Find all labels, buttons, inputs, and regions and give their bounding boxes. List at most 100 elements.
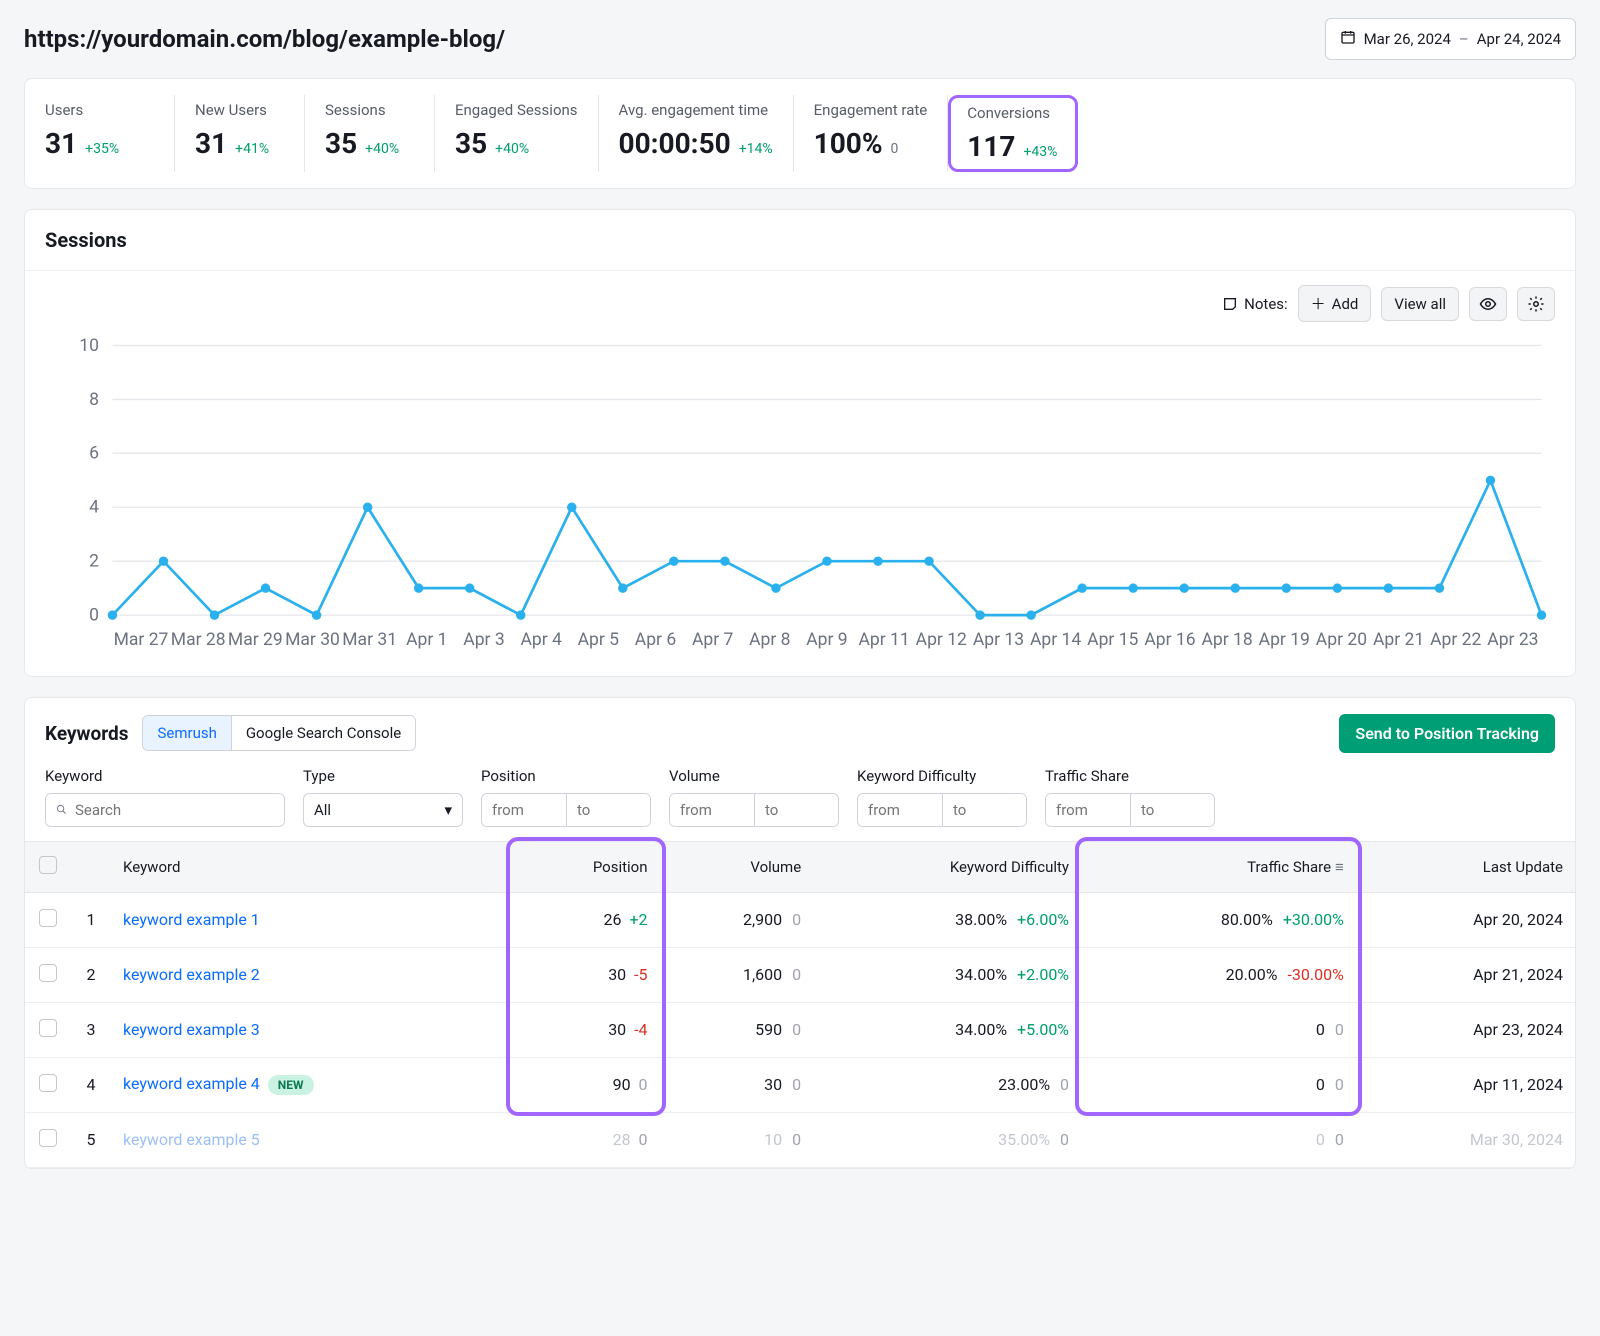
sessions-title: Sessions [25,210,1575,271]
metric-card[interactable]: Engagement rate 100% 0 [794,95,949,172]
notes-add-button[interactable]: ＋ Add [1298,285,1372,322]
eye-icon [1479,295,1497,313]
kd-from-input[interactable] [858,794,942,826]
metric-card[interactable]: Sessions 35 +40% [305,95,435,172]
metric-label: New Users [195,101,284,119]
metric-change: +43% [1023,144,1057,160]
svg-text:Apr 1: Apr 1 [406,630,447,650]
position-from-input[interactable] [482,794,566,826]
cell-updated: Apr 23, 2024 [1356,1002,1575,1057]
chevron-down-icon: ▾ [444,801,452,819]
ts-to-input[interactable] [1130,794,1214,826]
chart-settings-button[interactable] [1517,287,1555,321]
col-position[interactable]: Position [512,841,659,892]
svg-text:10: 10 [79,336,99,356]
row-checkbox[interactable] [39,909,57,927]
row-checkbox[interactable] [39,1019,57,1037]
svg-text:Apr 15: Apr 15 [1087,630,1138,650]
gear-icon [1527,295,1545,313]
date-range-picker[interactable]: Mar 26, 2024 – Apr 24, 2024 [1325,18,1576,60]
svg-text:Apr 18: Apr 18 [1201,630,1252,650]
visibility-toggle-button[interactable] [1469,287,1507,321]
row-checkbox[interactable] [39,964,57,982]
metric-card[interactable]: New Users 31 +41% [175,95,305,172]
filter-volume-label: Volume [669,767,839,785]
filter-position-label: Position [481,767,651,785]
type-select[interactable]: All ▾ [303,793,463,827]
cell-kd: 23.00%0 [813,1057,1081,1112]
metric-card[interactable]: Engaged Sessions 35 +40% [435,95,599,172]
keyword-link[interactable]: keyword example 1 [111,892,512,947]
kd-to-input[interactable] [942,794,1026,826]
cell-position: 30 -4 [512,1002,659,1057]
row-index: 2 [71,947,111,1002]
notes-view-all-button[interactable]: View all [1381,287,1459,321]
keyword-search-input[interactable] [45,793,285,827]
metric-value: 00:00:50 [619,127,731,160]
tab-gsc[interactable]: Google Search Console [231,716,415,750]
svg-text:Apr 14: Apr 14 [1030,630,1081,650]
svg-text:Apr 5: Apr 5 [578,630,620,650]
metric-card[interactable]: Conversions 117 +43% [948,95,1078,172]
metric-card[interactable]: Users 31 +35% [45,95,175,172]
row-index: 1 [71,892,111,947]
tab-semrush[interactable]: Semrush [143,716,230,750]
col-traffic-share[interactable]: Traffic Share≡ [1081,841,1356,892]
keyword-link[interactable]: keyword example 4NEW [111,1057,512,1112]
cell-kd: 38.00%+6.00% [813,892,1081,947]
keyword-link[interactable]: keyword example 2 [111,947,512,1002]
filter-ts-label: Traffic Share [1045,767,1215,785]
table-row: 2 keyword example 2 30 -5 1,6000 34.00%+… [25,947,1575,1002]
select-all-checkbox[interactable] [39,856,57,874]
cell-kd: 34.00%+5.00% [813,1002,1081,1057]
new-badge: NEW [268,1075,314,1095]
notes-label: Notes: [1222,295,1288,313]
row-index: 4 [71,1057,111,1112]
cell-traffic-share: 00 [1081,1002,1356,1057]
ts-from-input[interactable] [1046,794,1130,826]
cell-updated: Apr 20, 2024 [1356,892,1575,947]
cell-traffic-share: 00 [1081,1112,1356,1167]
position-to-input[interactable] [566,794,650,826]
row-checkbox[interactable] [39,1074,57,1092]
metric-label: Conversions [967,104,1059,122]
cell-position: 30 -5 [512,947,659,1002]
keyword-search-field[interactable] [75,801,274,819]
svg-text:Apr 11: Apr 11 [859,630,910,650]
plus-icon: ＋ [1311,293,1326,314]
svg-text:Apr 6: Apr 6 [635,630,676,650]
keywords-title: Keywords [45,722,128,745]
metric-card[interactable]: Avg. engagement time 00:00:50 +14% [599,95,794,172]
table-row: 4 keyword example 4NEW 90 0 300 23.00%0 … [25,1057,1575,1112]
svg-text:Mar 29: Mar 29 [228,630,283,650]
metric-label: Engagement rate [814,101,928,119]
date-to: Apr 24, 2024 [1477,30,1561,48]
row-index: 3 [71,1002,111,1057]
search-icon [56,802,67,817]
row-checkbox[interactable] [39,1129,57,1147]
col-volume[interactable]: Volume [660,841,814,892]
volume-from-input[interactable] [670,794,754,826]
col-kd[interactable]: Keyword Difficulty [813,841,1081,892]
cell-position: 90 0 [512,1057,659,1112]
sort-desc-icon: ≡ [1335,858,1344,876]
svg-text:Apr 9: Apr 9 [806,630,847,650]
col-last-update[interactable]: Last Update [1356,841,1575,892]
svg-text:Apr 3: Apr 3 [463,630,504,650]
svg-text:Apr 16: Apr 16 [1144,630,1195,650]
metric-label: Engaged Sessions [455,101,578,119]
svg-text:Apr 23: Apr 23 [1487,630,1538,650]
metric-change: +40% [495,141,529,157]
col-keyword[interactable]: Keyword [111,841,512,892]
cell-position: 28 0 [512,1112,659,1167]
cell-volume: 100 [660,1112,814,1167]
cell-volume: 2,9000 [660,892,814,947]
send-to-position-tracking-button[interactable]: Send to Position Tracking [1339,714,1555,753]
keyword-link[interactable]: keyword example 3 [111,1002,512,1057]
metric-change: +40% [365,141,399,157]
metric-value: 117 [967,130,1015,163]
volume-to-input[interactable] [754,794,838,826]
note-icon [1222,296,1238,312]
keyword-link[interactable]: keyword example 5 [111,1112,512,1167]
filter-type-label: Type [303,767,463,785]
